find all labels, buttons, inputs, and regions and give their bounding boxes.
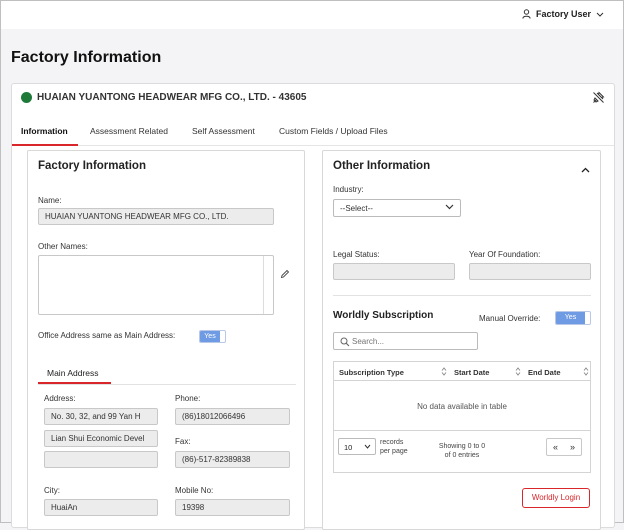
factory-card: HUAIAN YUANTONG HEADWEAR MFG CO., LTD. -… <box>11 83 615 530</box>
prev-page-button[interactable]: « <box>547 439 564 455</box>
industry-selected: --Select-- <box>340 204 373 213</box>
phone-field[interactable]: (86)18012066496 <box>175 408 290 425</box>
subscription-search[interactable] <box>333 332 478 350</box>
other-information-panel: Other Information Industry: --Select-- L… <box>322 150 601 530</box>
phone-label: Phone: <box>175 394 201 403</box>
user-menu-label: Factory User <box>535 9 591 19</box>
office-same-label: Office Address same as Main Address: <box>38 331 176 340</box>
showing-info-line1: Showing 0 to 0 <box>438 443 486 450</box>
mobile-field[interactable]: 19398 <box>175 499 290 516</box>
legal-status-field[interactable] <box>333 263 455 280</box>
chevron-down-icon <box>445 204 454 210</box>
address-label: Address: <box>44 394 76 403</box>
address-line1-field[interactable]: No. 30, 32, and 99 Yan H <box>44 408 158 425</box>
sort-icon[interactable] <box>441 367 447 376</box>
worldly-subscription-title: Worldly Subscription <box>333 310 434 321</box>
panel-title: Factory Information <box>38 160 146 172</box>
chevron-up-icon[interactable] <box>581 167 590 173</box>
fax-field[interactable]: (86)-517-82389838 <box>175 451 290 468</box>
top-bar: Factory User <box>1 1 623 29</box>
toggle-state: Yes <box>200 331 220 342</box>
factory-information-panel: Factory Information Name: HUAIAN YUANTON… <box>27 150 305 530</box>
column-end-date[interactable]: End Date <box>528 368 561 377</box>
table-header-divider <box>334 380 590 381</box>
name-label: Name: <box>38 196 62 205</box>
unpin-icon[interactable] <box>592 91 605 104</box>
chevron-down-icon <box>364 444 371 449</box>
year-of-foundation-field[interactable] <box>469 263 591 280</box>
city-field[interactable]: HuaiAn <box>44 499 158 516</box>
name-field[interactable]: HUAIAN YUANTONG HEADWEAR MFG CO., LTD. <box>38 208 274 225</box>
next-page-button[interactable]: » <box>564 439 581 455</box>
records-per-page-label: records per page <box>380 439 408 455</box>
section-divider <box>333 295 591 296</box>
factory-header: HUAIAN YUANTONG HEADWEAR MFG CO., LTD. -… <box>21 92 306 103</box>
tab-assessment-related[interactable]: Assessment Related <box>90 126 168 136</box>
factory-name-heading: HUAIAN YUANTONG HEADWEAR MFG CO., LTD. -… <box>37 92 307 103</box>
fax-label: Fax: <box>175 437 191 446</box>
edit-pencil-icon[interactable] <box>280 269 290 279</box>
sort-icon[interactable] <box>583 367 589 376</box>
other-names-label: Other Names: <box>38 242 88 251</box>
tab-self-assessment[interactable]: Self Assessment <box>192 126 255 136</box>
industry-select[interactable]: --Select-- <box>333 199 461 217</box>
legal-status-label: Legal Status: <box>333 250 380 259</box>
table-footer-divider <box>334 430 590 431</box>
year-of-foundation-label: Year Of Foundation: <box>469 250 541 259</box>
search-input[interactable] <box>352 335 472 347</box>
status-dot-icon <box>21 92 32 103</box>
industry-label: Industry: <box>333 185 364 194</box>
mobile-label: Mobile No: <box>175 486 214 495</box>
manual-override-label: Manual Override: <box>479 314 541 323</box>
main-tabs: Information Assessment Related Self Asse… <box>12 122 614 146</box>
showing-info: Showing 0 to 0 of 0 entries <box>432 442 492 460</box>
sort-icon[interactable] <box>515 367 521 376</box>
column-subscription-type[interactable]: Subscription Type <box>339 368 404 377</box>
address-tabs-divider <box>38 384 296 385</box>
panel-title: Other Information <box>333 160 431 172</box>
manual-override-toggle[interactable]: Yes <box>555 311 591 325</box>
office-same-toggle[interactable]: Yes <box>199 330 226 343</box>
subscription-table: Subscription Type Start Date End Date No… <box>333 361 591 473</box>
search-icon <box>340 337 350 347</box>
page-size-value: 10 <box>344 443 353 452</box>
active-tab-indicator <box>12 144 78 146</box>
showing-info-line2: of 0 entries <box>444 452 480 459</box>
user-icon <box>522 9 531 19</box>
tab-main-address[interactable]: Main Address <box>47 368 99 378</box>
address-line2-field[interactable]: Lian Shui Economic Devel <box>44 430 158 447</box>
tab-information[interactable]: Information <box>21 126 68 136</box>
chevron-down-icon <box>596 12 604 17</box>
worldly-login-button[interactable]: Worldly Login <box>522 488 590 508</box>
page-title: Factory Information <box>11 49 162 66</box>
empty-table-message: No data available in table <box>417 402 507 411</box>
pagination-buttons: « » <box>546 438 582 456</box>
textarea-scrollbar[interactable] <box>263 256 273 314</box>
address-line3-field[interactable] <box>44 451 158 468</box>
column-start-date[interactable]: Start Date <box>454 368 489 377</box>
page-size-select[interactable]: 10 <box>338 438 376 455</box>
other-names-textarea[interactable] <box>38 255 274 315</box>
tab-custom-fields[interactable]: Custom Fields / Upload Files <box>279 126 388 136</box>
user-menu[interactable]: Factory User <box>522 9 609 19</box>
city-label: City: <box>44 486 60 495</box>
toggle-state: Yes <box>556 312 585 324</box>
